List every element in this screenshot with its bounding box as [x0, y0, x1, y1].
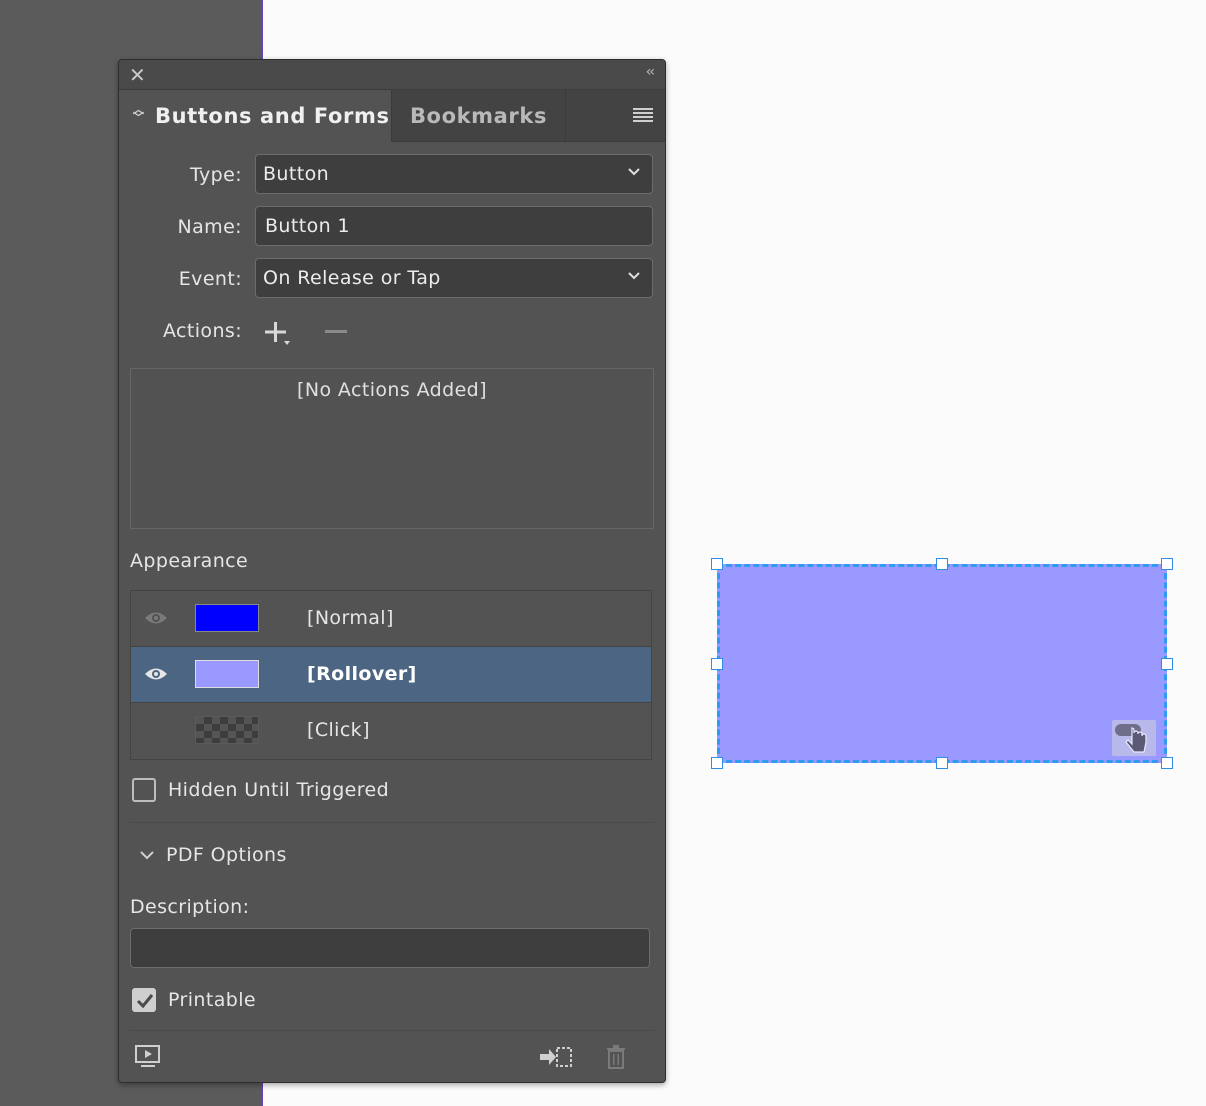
selection-handle[interactable]	[711, 558, 723, 570]
panel-menu-icon[interactable]	[633, 108, 653, 124]
pdf-options-label[interactable]: PDF Options	[166, 844, 287, 866]
actions-list[interactable]: [No Actions Added]	[130, 368, 654, 529]
type-value: Button	[263, 163, 330, 185]
printable-label: Printable	[168, 989, 256, 1011]
state-swatch-click	[195, 716, 259, 744]
eye-icon[interactable]	[144, 610, 168, 626]
checkmark-icon	[136, 994, 154, 1009]
chevron-down-icon	[628, 272, 640, 280]
eye-icon[interactable]	[144, 666, 168, 682]
close-icon[interactable]: ✕	[129, 64, 146, 86]
event-value: On Release or Tap	[263, 267, 441, 289]
event-select[interactable]: On Release or Tap	[255, 258, 653, 298]
chevron-down-icon[interactable]	[140, 850, 154, 860]
tab-label: Bookmarks	[409, 104, 548, 128]
description-label: Description:	[130, 896, 250, 918]
button-object[interactable]	[717, 564, 1167, 763]
state-swatch-rollover	[195, 660, 259, 688]
state-row-click[interactable]: [Click]	[131, 703, 651, 759]
divider	[130, 1030, 654, 1031]
state-row-rollover[interactable]: [Rollover]	[131, 647, 651, 703]
type-label: Type:	[189, 164, 242, 186]
button-indicator-icon	[1112, 720, 1156, 756]
state-label-click: [Click]	[307, 719, 370, 741]
selection-handle[interactable]	[936, 757, 948, 769]
name-value: Button 1	[265, 215, 350, 237]
no-actions-text: [No Actions Added]	[297, 379, 487, 401]
selection-handle[interactable]	[711, 757, 723, 769]
hidden-until-triggered-label: Hidden Until Triggered	[168, 779, 390, 801]
panel-tabs: ︿ ﹀ Buttons and Forms Bookmarks	[119, 90, 665, 142]
collapse-icon[interactable]: ‹‹	[646, 64, 655, 80]
state-swatch-normal	[195, 604, 259, 632]
divider	[130, 822, 654, 823]
selection-handle[interactable]	[1161, 558, 1173, 570]
state-label-rollover: [Rollover]	[307, 663, 417, 685]
selection-handle[interactable]	[936, 558, 948, 570]
description-input[interactable]	[130, 928, 650, 968]
name-input[interactable]: Button 1	[255, 206, 653, 246]
state-label-normal: [Normal]	[307, 607, 394, 629]
appearance-list: [Normal] [Rollover] [Click]	[130, 590, 652, 760]
tab-label: Buttons and Forms	[155, 104, 390, 128]
selection-handle[interactable]	[1161, 658, 1173, 670]
hidden-until-triggered-checkbox[interactable]	[132, 778, 156, 802]
add-action-icon[interactable]	[265, 321, 293, 347]
type-select[interactable]: Button	[255, 154, 653, 194]
chevron-down-icon	[628, 168, 640, 176]
panel-titlebar[interactable]: ✕ ‹‹	[119, 60, 665, 90]
tab-buttons-and-forms[interactable]: ︿ ﹀ Buttons and Forms	[119, 90, 392, 142]
tab-reorder-icon: ︿ ﹀	[133, 103, 145, 124]
actions-label: Actions:	[162, 320, 242, 342]
state-row-normal[interactable]: [Normal]	[131, 591, 651, 647]
convert-object-icon[interactable]	[539, 1044, 573, 1070]
tab-bookmarks[interactable]: Bookmarks	[392, 90, 566, 142]
printable-checkbox[interactable]	[132, 988, 156, 1012]
remove-action-icon[interactable]	[325, 330, 347, 334]
selection-handle[interactable]	[1161, 757, 1173, 769]
buttons-forms-panel: ✕ ‹‹ ︿ ﹀ Buttons and Forms Bookmarks Type…	[118, 59, 666, 1083]
appearance-label: Appearance	[130, 550, 249, 572]
preview-icon[interactable]	[135, 1045, 161, 1069]
selection-handle[interactable]	[711, 658, 723, 670]
event-label: Event:	[178, 268, 242, 290]
trash-icon[interactable]	[605, 1044, 627, 1070]
name-label: Name:	[177, 216, 242, 238]
